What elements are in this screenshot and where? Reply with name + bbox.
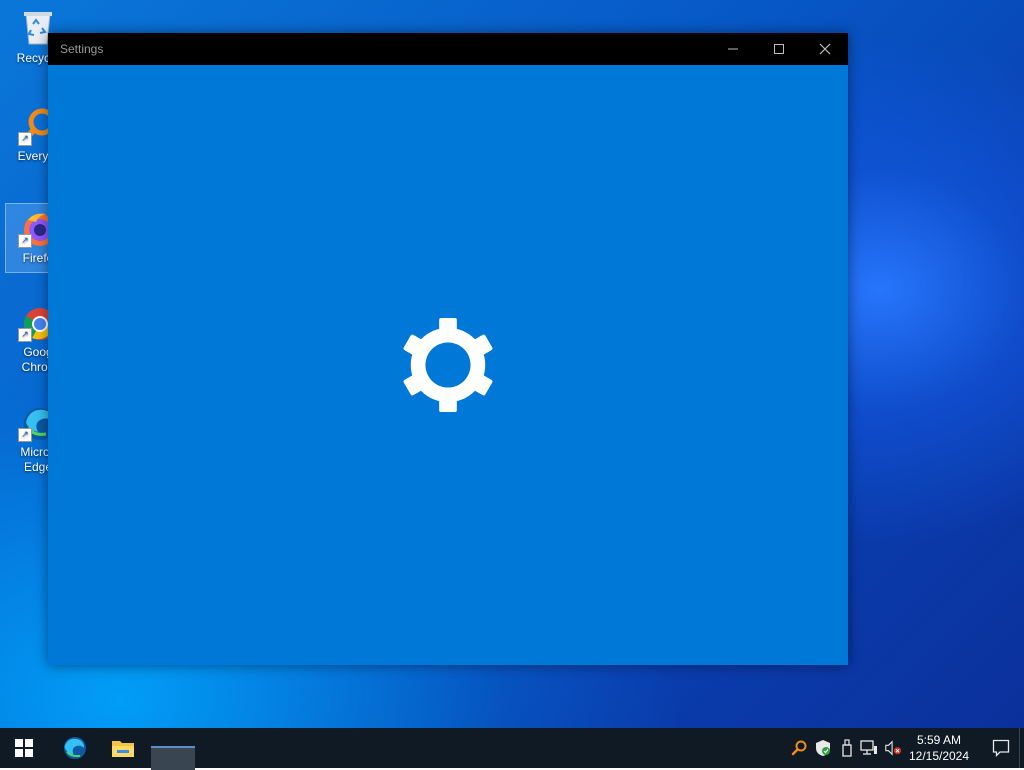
start-icon	[15, 739, 33, 757]
shortcut-arrow-icon: ↗	[18, 428, 32, 442]
file-explorer-icon	[112, 741, 134, 757]
clock-date: 12/15/2024	[908, 749, 970, 763]
taskbar-clock[interactable]: 5:59 AM 12/15/2024	[904, 732, 974, 764]
close-icon	[819, 43, 831, 55]
window-title: Settings	[60, 42, 104, 56]
edge-icon	[63, 736, 87, 760]
maximize-icon	[774, 44, 784, 54]
minimize-icon	[728, 48, 738, 50]
taskbar-edge-button[interactable]	[51, 728, 99, 768]
volume-muted-icon[interactable]	[884, 738, 902, 758]
network-icon[interactable]	[860, 738, 878, 758]
windows-security-icon[interactable]	[814, 738, 832, 758]
taskbar-active-app-button[interactable]	[151, 746, 195, 770]
minimize-button[interactable]	[710, 33, 756, 65]
clock-time: 5:59 AM	[916, 733, 962, 747]
desktop: Recycle ↗ Everyth ↗ Firefo ↗ Goog Chron …	[0, 0, 1024, 770]
shortcut-arrow-icon: ↗	[18, 328, 32, 342]
start-button[interactable]	[0, 728, 48, 768]
close-button[interactable]	[802, 33, 848, 65]
notification-icon	[992, 739, 1010, 757]
shortcut-arrow-icon: ↗	[18, 234, 32, 248]
action-center-button[interactable]	[978, 728, 1024, 768]
show-desktop-button[interactable]	[1019, 728, 1020, 768]
shortcut-arrow-icon: ↗	[18, 132, 32, 146]
usb-eject-icon[interactable]	[838, 738, 856, 758]
settings-window[interactable]: Settings	[48, 33, 848, 665]
window-titlebar[interactable]: Settings	[48, 33, 848, 65]
maximize-button[interactable]	[756, 33, 802, 65]
everything-search-icon[interactable]	[790, 738, 808, 758]
taskbar-file-explorer-button[interactable]	[99, 728, 147, 768]
gear-icon	[399, 316, 497, 414]
taskbar: 5:59 AM 12/15/2024	[0, 728, 1024, 770]
